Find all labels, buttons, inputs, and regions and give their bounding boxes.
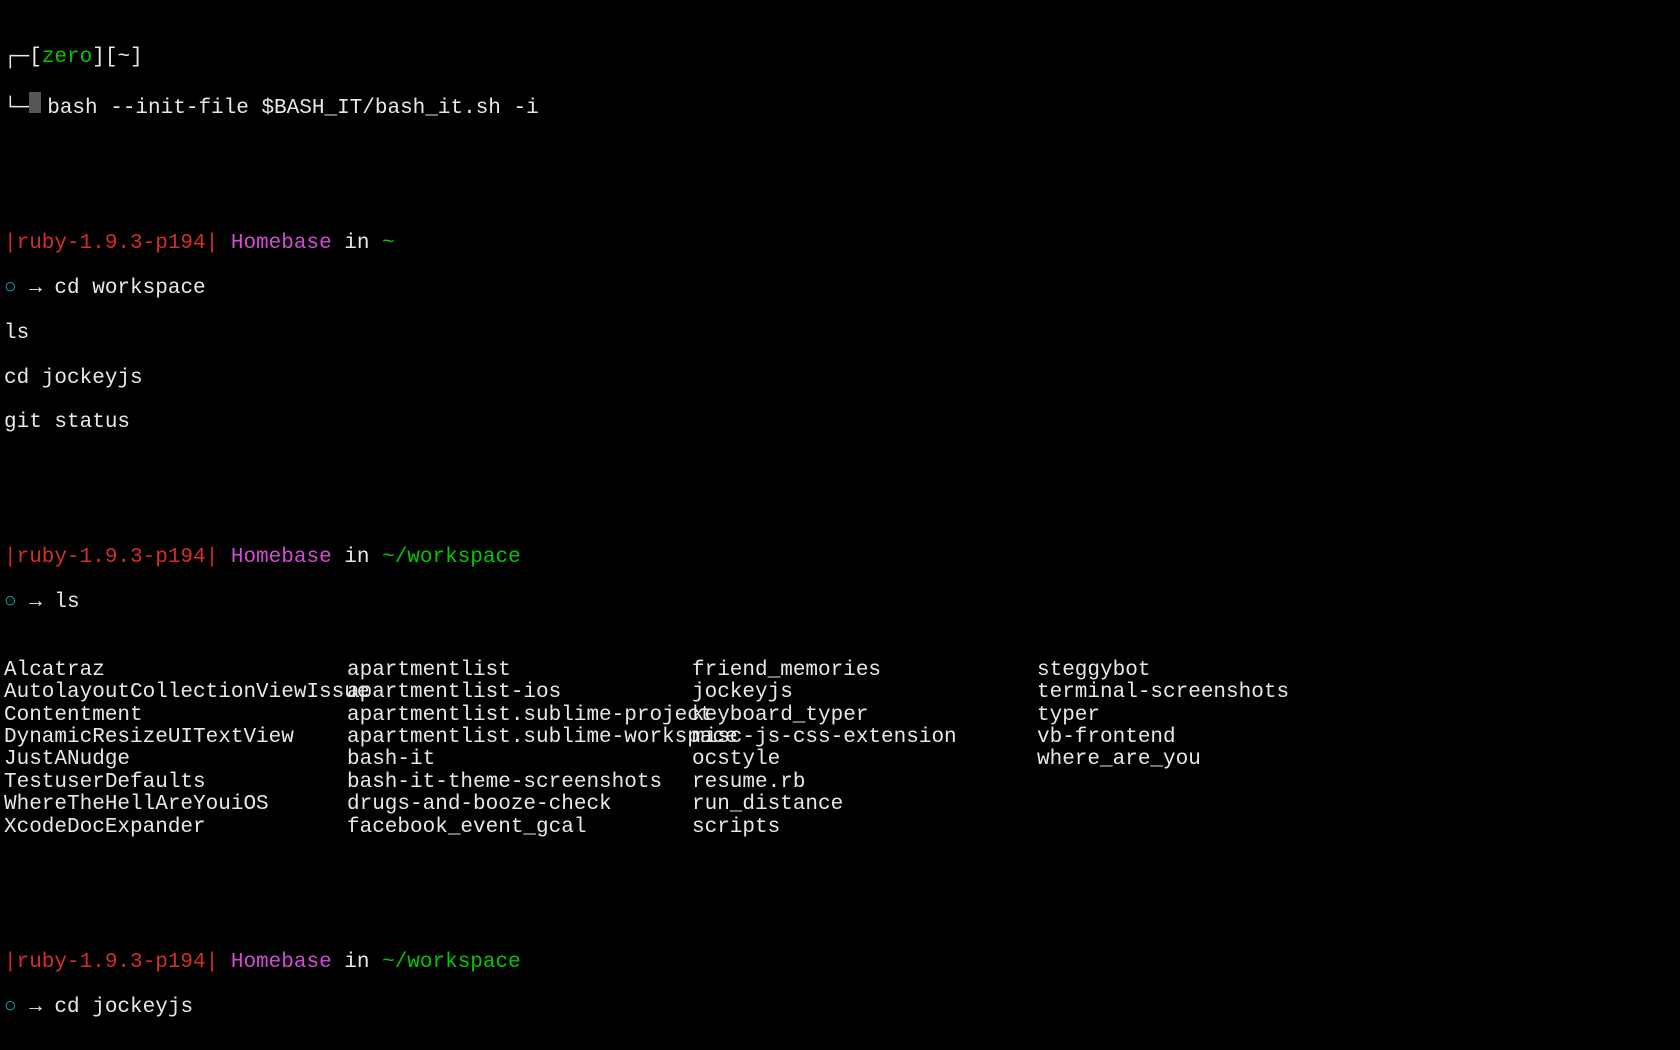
ls-item: misc-js-css-extension — [692, 727, 1037, 749]
username: zero — [42, 46, 92, 69]
in-word: in — [332, 546, 382, 569]
command-text: ls — [54, 591, 79, 614]
blank-line — [4, 143, 1676, 165]
ls-item: ocstyle — [692, 749, 1037, 771]
arrow-icon: → — [17, 277, 55, 300]
prompt-box-icon — [29, 92, 41, 113]
ls-item: DynamicResizeUITextView — [4, 727, 347, 749]
bracket-close: ] — [130, 46, 143, 69]
ls-item — [1037, 772, 1676, 794]
ls-item — [1037, 794, 1676, 816]
prompt-line: |ruby-1.9.3-p194| Homebase in ~/workspac… — [4, 547, 1676, 569]
ls-item: vb-frontend — [1037, 727, 1676, 749]
arrow-icon: → — [17, 996, 55, 1019]
history-line: ls — [4, 323, 1676, 345]
ls-item: apartmentlist.sublime-project — [347, 705, 692, 727]
prompt-line: |ruby-1.9.3-p194| Homebase in ~ — [4, 233, 1676, 255]
in-word: in — [332, 951, 382, 974]
ls-item: bash-it — [347, 749, 692, 771]
ls-item: WhereTheHellAreYouiOS — [4, 794, 347, 816]
ls-item: jockeyjs — [692, 682, 1037, 704]
ls-item: friend_memories — [692, 660, 1037, 682]
ls-item: drugs-and-booze-check — [347, 794, 692, 816]
circle-icon: ○ — [4, 591, 17, 614]
ls-item: run_distance — [692, 794, 1037, 816]
circle-icon: ○ — [4, 277, 17, 300]
cwd: ~/workspace — [382, 951, 521, 974]
in-word: in — [332, 232, 382, 255]
blank-line — [4, 862, 1676, 884]
command-text: cd jockeyjs — [54, 996, 193, 1019]
bracket: ][ — [92, 46, 117, 69]
command-line[interactable]: ○ → ls — [4, 592, 1676, 614]
zsh-header-line2: └─ bash --init-file $BASH_IT/bash_it.sh -… — [4, 92, 1676, 120]
ls-item: Contentment — [4, 705, 347, 727]
ls-item: XcodeDocExpander — [4, 817, 347, 839]
history-line: cd jockeyjs — [4, 368, 1676, 390]
ls-item: resume.rb — [692, 772, 1037, 794]
history-line: git status — [4, 412, 1676, 434]
ls-item: apartmentlist — [347, 660, 692, 682]
corner-icon: └─ — [4, 97, 29, 120]
ruby-version: |ruby-1.9.3-p194| — [4, 232, 218, 255]
terminal[interactable]: ┌─[zero][~] └─bash --init-file $BASH_IT/… — [0, 0, 1680, 1050]
corner-icon: ┌─[ — [4, 46, 42, 69]
ls-item: facebook_event_gcal — [347, 817, 692, 839]
hostname: Homebase — [218, 546, 331, 569]
cwd: ~/workspace — [382, 546, 521, 569]
prompt-line: |ruby-1.9.3-p194| Homebase in ~/workspac… — [4, 952, 1676, 974]
zsh-header-line1: ┌─[zero][~] — [4, 47, 1676, 69]
ruby-version: |ruby-1.9.3-p194| — [4, 951, 218, 974]
arrow-icon: → — [17, 591, 55, 614]
blank-line — [4, 457, 1676, 479]
home-path: ~ — [117, 46, 130, 69]
ls-item: bash-it-theme-screenshots — [347, 772, 692, 794]
hostname: Homebase — [218, 232, 331, 255]
command-line[interactable]: ○ → cd workspace — [4, 278, 1676, 300]
ls-output: Alcatrazapartmentlistfriend_memoriessteg… — [4, 660, 1676, 840]
ls-item: Alcatraz — [4, 660, 347, 682]
command-text: cd workspace — [54, 277, 205, 300]
command-line[interactable]: ○ → cd jockeyjs — [4, 997, 1676, 1019]
blank-line — [4, 1042, 1676, 1050]
hostname: Homebase — [218, 951, 331, 974]
ls-item: apartmentlist-ios — [347, 682, 692, 704]
ls-item: keyboard_typer — [692, 705, 1037, 727]
ls-item: typer — [1037, 705, 1676, 727]
ls-item: TestuserDefaults — [4, 772, 347, 794]
ls-item: terminal-screenshots — [1037, 682, 1676, 704]
ls-item: steggybot — [1037, 660, 1676, 682]
ls-item: scripts — [692, 817, 1037, 839]
cwd: ~ — [382, 232, 395, 255]
ls-item: AutolayoutCollectionViewIssue — [4, 682, 347, 704]
ruby-version: |ruby-1.9.3-p194| — [4, 546, 218, 569]
ls-item: where_are_you — [1037, 749, 1676, 771]
ls-item — [1037, 817, 1676, 839]
ls-item: apartmentlist.sublime-workspace — [347, 727, 692, 749]
command-text: bash --init-file $BASH_IT/bash_it.sh -i — [47, 97, 538, 120]
circle-icon: ○ — [4, 996, 17, 1019]
ls-item: JustANudge — [4, 749, 347, 771]
